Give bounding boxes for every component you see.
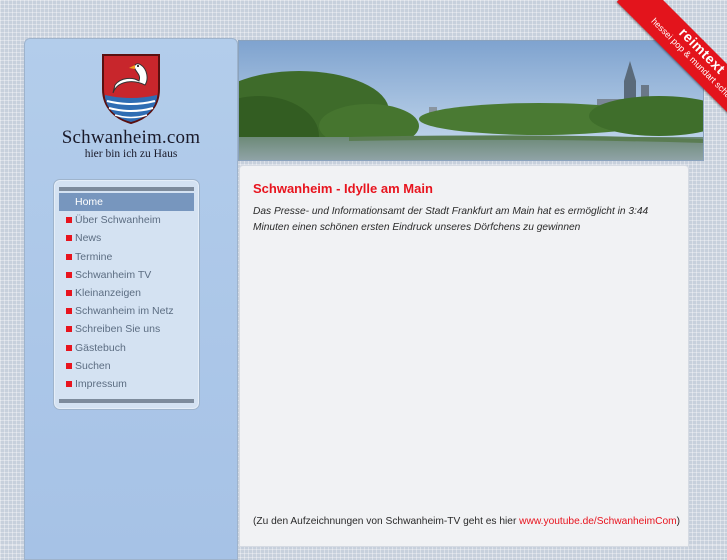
- nav-item-schwanheim-tv[interactable]: Schwanheim TV: [59, 266, 194, 284]
- site-logo[interactable]: Schwanheim.com hier bin ich zu Haus: [25, 51, 237, 160]
- page-title: Schwanheim - Idylle am Main: [253, 181, 433, 196]
- nav-item-label: Gästebuch: [75, 341, 126, 354]
- red-square-bullet-icon: [66, 271, 72, 278]
- nav-item-label: Über Schwanheim: [75, 214, 161, 227]
- content-panel: Schwanheim - Idylle am Main Das Presse- …: [239, 165, 689, 547]
- nav-item-news[interactable]: News: [59, 229, 194, 247]
- youtube-note-suffix: ): [676, 516, 680, 527]
- nav-item-suchen[interactable]: Suchen: [59, 357, 194, 375]
- nav-item-label: Termine: [75, 250, 113, 263]
- nav-item-label: Home: [75, 196, 104, 208]
- nav-item-schwanheim-im-netz[interactable]: Schwanheim im Netz: [59, 302, 194, 320]
- red-square-bullet-icon: [66, 326, 72, 333]
- nav-item-label: Schreiben Sie uns: [75, 323, 161, 336]
- red-square-bullet-icon: [66, 289, 72, 296]
- nav-item-label: Suchen: [75, 359, 111, 372]
- red-square-bullet-icon: [66, 253, 72, 260]
- nav-item-gaestebuch[interactable]: Gästebuch: [59, 339, 194, 357]
- nav-item-impressum[interactable]: Impressum: [59, 375, 194, 393]
- red-square-bullet-icon: [66, 344, 72, 351]
- red-square-bullet-icon: [66, 362, 72, 369]
- red-square-bullet-icon: [66, 217, 72, 224]
- nav-item-label: Schwanheim im Netz: [75, 305, 174, 318]
- nav-top-bar: [59, 187, 194, 191]
- ribbon-band: reimtext hessei pop & mundart schau: [616, 0, 727, 120]
- youtube-link[interactable]: www.youtube.de/SchwanheimCom: [519, 516, 676, 527]
- red-square-bullet-icon: [66, 235, 72, 242]
- nav-item-label: Impressum: [75, 377, 127, 390]
- nav-item-label: News: [75, 232, 102, 245]
- logo-title: Schwanheim.com: [61, 127, 201, 148]
- logo-subtitle: hier bin ich zu Haus: [84, 148, 178, 160]
- nav-item-ueber-schwanheim[interactable]: Über Schwanheim: [59, 211, 194, 229]
- red-square-bullet-icon: [66, 308, 72, 315]
- swan-coat-of-arms-icon: [102, 54, 160, 125]
- nav-item-home[interactable]: Home: [59, 193, 194, 212]
- nav-item-label: Kleinanzeigen: [75, 286, 141, 299]
- nav-item-schreiben-sie-uns[interactable]: Schreiben Sie uns: [59, 320, 194, 338]
- nav-item-label: Schwanheim TV: [75, 268, 152, 281]
- youtube-note: (Zu den Aufzeichnungen von Schwanheim-TV…: [253, 516, 680, 527]
- nav-bottom-bar: [59, 399, 194, 404]
- nav-item-kleinanzeigen[interactable]: Kleinanzeigen: [59, 284, 194, 302]
- main-navigation: Home Über Schwanheim News Termine Schwan…: [53, 179, 200, 411]
- sidebar: Schwanheim.com hier bin ich zu Haus Home…: [24, 38, 238, 560]
- nav-item-termine[interactable]: Termine: [59, 248, 194, 266]
- intro-text: Das Presse- und Informationsamt der Stad…: [253, 206, 649, 233]
- youtube-note-prefix: (Zu den Aufzeichnungen von Schwanheim-TV…: [253, 516, 520, 527]
- reimtext-corner-ribbon[interactable]: reimtext hessei pop & mundart schau: [607, 0, 727, 120]
- red-square-bullet-icon: [66, 380, 72, 387]
